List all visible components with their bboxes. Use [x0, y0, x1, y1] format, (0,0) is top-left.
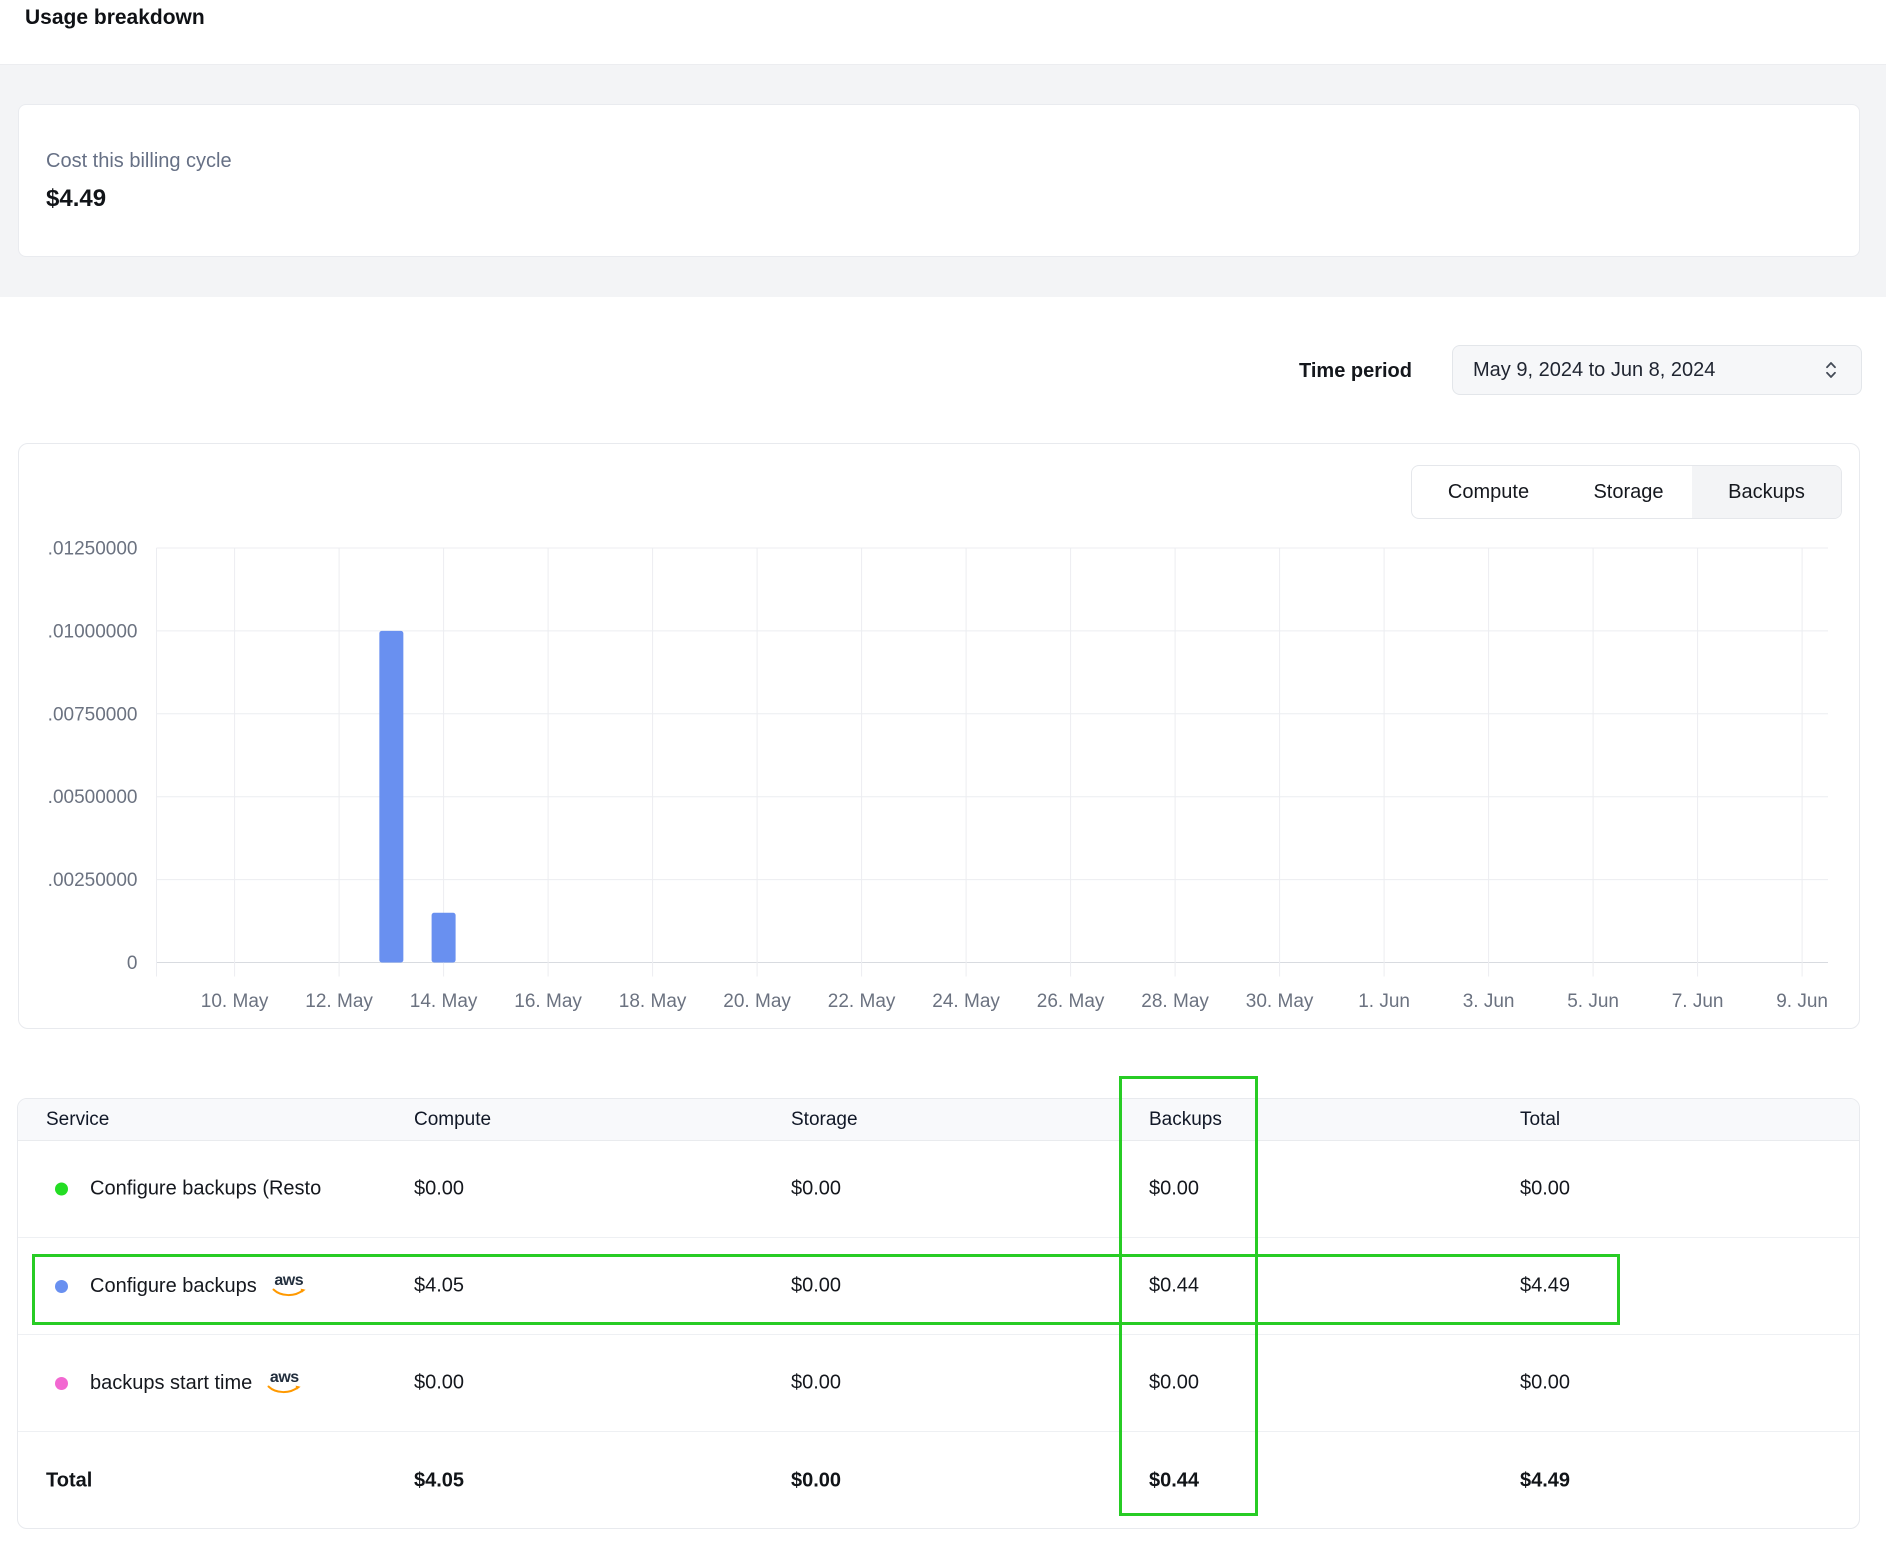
storage-value: $0.00	[791, 1372, 841, 1395]
time-period-label: Time period	[1100, 360, 1412, 383]
svg-text:20. May: 20. May	[723, 991, 791, 1012]
backups-value: $0.00	[1149, 1178, 1199, 1201]
grand-total: $4.49	[1520, 1470, 1570, 1493]
cost-card: Cost this billing cycle $4.49	[18, 104, 1860, 257]
total-value: $4.49	[1520, 1275, 1570, 1298]
svg-text:16. May: 16. May	[514, 991, 582, 1012]
svg-text:14. May: 14. May	[410, 991, 478, 1012]
tab-backups[interactable]: Backups	[1692, 466, 1841, 518]
total-value: $0.00	[1520, 1372, 1570, 1395]
col-header-backups: Backups	[1149, 1109, 1222, 1131]
cost-card-label: Cost this billing cycle	[46, 150, 232, 173]
series-dot-pink	[55, 1377, 68, 1390]
total-row-label: Total	[46, 1470, 92, 1493]
backups-value: $0.00	[1149, 1372, 1199, 1395]
col-header-compute: Compute	[414, 1109, 491, 1131]
usage-table: Service Compute Storage Backups Total Co…	[17, 1098, 1860, 1529]
storage-value: $0.00	[791, 1178, 841, 1201]
compute-total: $4.05	[414, 1470, 464, 1493]
svg-text:.00500000: .00500000	[48, 787, 138, 808]
table-total-row: Total $4.05 $0.00 $0.44 $4.49	[18, 1432, 1859, 1529]
col-header-service: Service	[46, 1109, 109, 1131]
series-dot-blue	[55, 1280, 68, 1293]
col-header-storage: Storage	[791, 1109, 858, 1131]
service-name: Configure backups (Resto	[90, 1178, 321, 1201]
svg-text:22. May: 22. May	[828, 991, 896, 1012]
svg-text:26. May: 26. May	[1037, 991, 1105, 1012]
storage-value: $0.00	[791, 1275, 841, 1298]
storage-total: $0.00	[791, 1470, 841, 1493]
aws-logo-icon: aws	[271, 1274, 307, 1298]
time-period-select[interactable]: May 9, 2024 to Jun 8, 2024	[1452, 345, 1862, 395]
svg-text:18. May: 18. May	[619, 991, 687, 1012]
svg-text:9. Jun: 9. Jun	[1776, 991, 1828, 1012]
tab-compute[interactable]: Compute	[1412, 466, 1565, 518]
backups-value: $0.44	[1149, 1275, 1199, 1298]
service-name: Configure backups	[90, 1275, 257, 1298]
compute-value: $4.05	[414, 1275, 464, 1298]
billing-usage-page: Usage breakdown Cost this billing cycle …	[0, 0, 1886, 1548]
svg-text:12. May: 12. May	[305, 991, 373, 1012]
table-row[interactable]: backups start time aws $0.00 $0.00 $0.00…	[18, 1335, 1859, 1432]
page-title: Usage breakdown	[25, 6, 205, 30]
svg-text:10. May: 10. May	[201, 991, 269, 1012]
svg-text:.00750000: .00750000	[48, 704, 138, 725]
svg-text:1. Jun: 1. Jun	[1358, 991, 1410, 1012]
table-header-row: Service Compute Storage Backups Total	[18, 1099, 1859, 1141]
svg-text:28. May: 28. May	[1141, 991, 1209, 1012]
usage-chart-card: .01250000 .01000000 .00750000 .00500000 .002…	[18, 443, 1860, 1029]
svg-text:5. Jun: 5. Jun	[1567, 991, 1619, 1012]
time-period-value: May 9, 2024 to Jun 8, 2024	[1473, 359, 1715, 382]
table-row[interactable]: Configure backups aws $4.05 $0.00 $0.44 …	[18, 1238, 1859, 1335]
series-dot-green	[55, 1183, 68, 1196]
svg-text:.00250000: .00250000	[48, 870, 138, 891]
svg-text:.01250000: .01250000	[48, 539, 138, 560]
compute-value: $0.00	[414, 1372, 464, 1395]
select-updown-icon	[1823, 358, 1839, 382]
service-name: backups start time	[90, 1372, 252, 1395]
svg-text:24. May: 24. May	[932, 991, 1000, 1012]
table-row[interactable]: Configure backups (Resto $0.00 $0.00 $0.…	[18, 1141, 1859, 1238]
col-header-total: Total	[1520, 1109, 1560, 1131]
aws-logo-icon: aws	[266, 1371, 302, 1395]
svg-text:30. May: 30. May	[1246, 991, 1314, 1012]
chart-metric-tabs: Compute Storage Backups	[1411, 465, 1842, 519]
backups-total: $0.44	[1149, 1470, 1199, 1493]
svg-text:3. Jun: 3. Jun	[1463, 991, 1515, 1012]
compute-value: $0.00	[414, 1178, 464, 1201]
tab-storage[interactable]: Storage	[1565, 466, 1692, 518]
svg-text:0: 0	[127, 953, 138, 974]
svg-text:7. Jun: 7. Jun	[1672, 991, 1724, 1012]
summary-section: Cost this billing cycle $4.49	[0, 64, 1886, 297]
cost-card-value: $4.49	[46, 185, 106, 213]
total-value: $0.00	[1520, 1178, 1570, 1201]
svg-text:.01000000: .01000000	[48, 621, 138, 642]
backups-usage-bar-chart[interactable]: .01250000 .01000000 .00750000 .00500000 .002…	[19, 444, 1861, 1030]
